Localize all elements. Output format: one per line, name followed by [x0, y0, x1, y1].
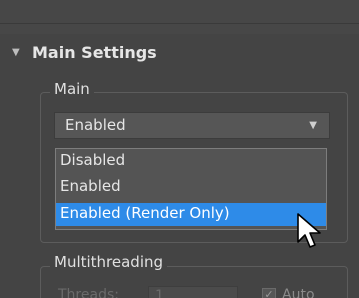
- option-label: Enabled (Render Only): [60, 204, 230, 222]
- option-enabled-render-only[interactable]: Enabled (Render Only): [56, 203, 326, 226]
- top-toolbar-strip: [0, 0, 359, 34]
- dropdown-value: Enabled: [65, 116, 126, 134]
- dropdown-options-list: Disabled Enabled Enabled (Render Only): [55, 148, 327, 230]
- rollout-title: Main Settings: [32, 43, 157, 62]
- threads-value: 1: [155, 288, 164, 298]
- auto-checkbox[interactable]: ✓: [262, 288, 276, 298]
- settings-panel: ▼ Main Settings Main Enabled ▼ Disabled …: [0, 0, 359, 298]
- mouse-pointer-icon: [297, 213, 321, 248]
- divider: [0, 23, 359, 24]
- option-label: Disabled: [60, 151, 126, 169]
- threads-label: Threads:: [58, 287, 119, 298]
- option-enabled[interactable]: Enabled: [56, 176, 326, 199]
- auto-label: Auto: [282, 287, 315, 298]
- option-disabled[interactable]: Disabled: [56, 150, 326, 173]
- multithreading-group-title: Multithreading: [50, 253, 168, 271]
- triangle-down-icon[interactable]: ▼: [12, 47, 20, 58]
- chevron-down-icon[interactable]: ▼: [309, 120, 317, 131]
- main-settings-rollout-header[interactable]: ▼ Main Settings: [8, 42, 348, 66]
- threads-spinner[interactable]: 1: [148, 286, 238, 298]
- main-group-title: Main: [50, 80, 94, 98]
- option-label: Enabled: [60, 177, 121, 195]
- main-mode-dropdown[interactable]: Enabled ▼: [54, 112, 330, 139]
